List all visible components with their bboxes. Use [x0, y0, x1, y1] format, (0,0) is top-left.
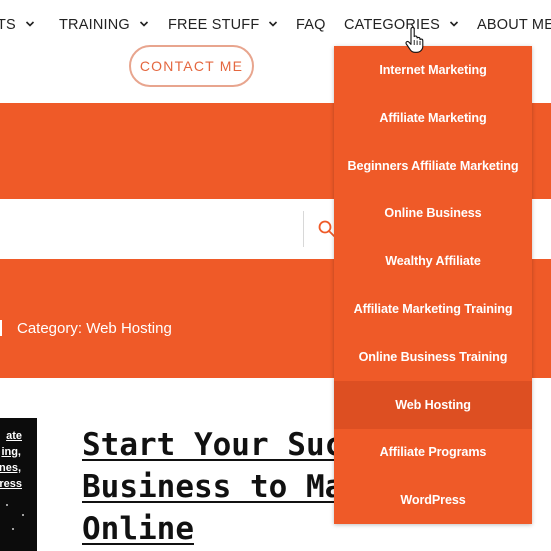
- nav-item-ts[interactable]: TS: [0, 17, 35, 33]
- nav-item-categories[interactable]: CATEGORIES: [344, 17, 459, 33]
- nav-item-label: TS: [0, 17, 16, 33]
- categories-dropdown-menu: Internet Marketing Affiliate Marketing B…: [334, 46, 532, 524]
- nav-item-free-stuff[interactable]: FREE STUFF: [168, 17, 278, 33]
- post-thumbnail[interactable]: ate ing, nes, ress: [0, 418, 37, 551]
- nav-item-label: TRAINING: [59, 17, 130, 33]
- nav-item-faq[interactable]: FAQ: [296, 17, 326, 33]
- search-input[interactable]: [0, 211, 303, 247]
- breadcrumb: Category: Web Hosting: [17, 320, 172, 337]
- breadcrumb-separator: [0, 320, 2, 336]
- menu-item-web-hosting[interactable]: Web Hosting: [334, 381, 532, 429]
- thumbnail-text: ress: [0, 478, 22, 490]
- nav-item-training[interactable]: TRAINING: [59, 17, 149, 33]
- menu-item-beginners-affiliate-marketing[interactable]: Beginners Affiliate Marketing: [334, 142, 532, 190]
- thumbnail-text: ate: [6, 430, 22, 442]
- menu-item-wordpress[interactable]: WordPress: [334, 476, 532, 524]
- nav-item-label: FAQ: [296, 17, 326, 33]
- thumbnail-dot: [12, 528, 14, 530]
- menu-item-online-business-training[interactable]: Online Business Training: [334, 333, 532, 381]
- menu-item-online-business[interactable]: Online Business: [334, 189, 532, 237]
- thumbnail-dot: [6, 504, 8, 506]
- thumbnail-text: ing,: [1, 446, 21, 458]
- chevron-down-icon: [268, 19, 278, 29]
- thumbnail-text: nes,: [0, 462, 21, 474]
- menu-item-wealthy-affiliate[interactable]: Wealthy Affiliate: [334, 237, 532, 285]
- chevron-down-icon: [25, 19, 35, 29]
- hand-pointer-icon: [405, 26, 425, 53]
- nav-item-label: FREE STUFF: [168, 17, 260, 33]
- thumbnail-dot: [22, 514, 24, 516]
- search-divider: [303, 211, 304, 247]
- nav-item-label: ABOUT ME: [477, 17, 551, 33]
- nav-item-about-me[interactable]: ABOUT ME: [477, 17, 551, 33]
- top-navigation: TS TRAINING FREE STUFF FAQ CATEGORIES AB…: [0, 0, 551, 52]
- contact-me-button[interactable]: CONTACT ME: [129, 45, 254, 87]
- chevron-down-icon: [449, 19, 459, 29]
- menu-item-internet-marketing[interactable]: Internet Marketing: [334, 46, 532, 94]
- menu-item-affiliate-marketing-training[interactable]: Affiliate Marketing Training: [334, 285, 532, 333]
- menu-item-affiliate-marketing[interactable]: Affiliate Marketing: [334, 94, 532, 142]
- menu-item-affiliate-programs[interactable]: Affiliate Programs: [334, 428, 532, 476]
- chevron-down-icon: [139, 19, 149, 29]
- nav-item-label: CATEGORIES: [344, 17, 440, 33]
